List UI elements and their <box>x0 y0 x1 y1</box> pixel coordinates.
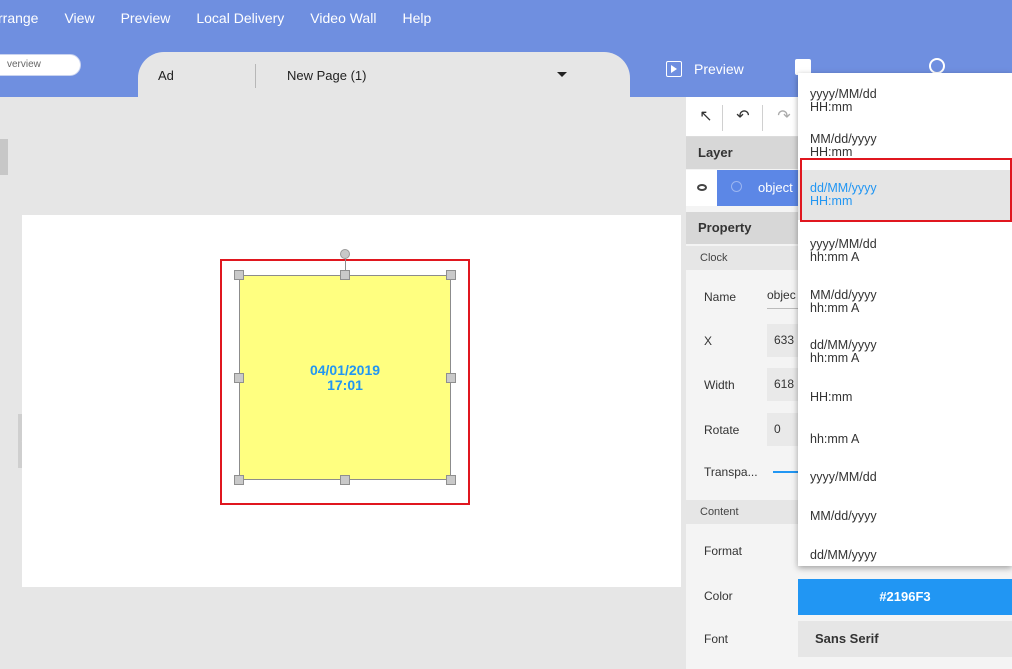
format-option[interactable]: yyyy/MM/dd hh:mm A <box>798 228 1012 274</box>
resize-handle-right[interactable] <box>446 373 456 383</box>
format-option[interactable]: hh:mm A <box>798 423 1012 455</box>
name-label: Name <box>704 290 737 304</box>
page-selector[interactable]: New Page (1) <box>287 68 366 83</box>
width-label: Width <box>704 378 735 392</box>
clock-icon <box>731 181 742 192</box>
tab-divider <box>255 64 256 88</box>
user-icon[interactable] <box>929 58 945 74</box>
menu-help[interactable]: Help <box>402 8 431 28</box>
rotate-field[interactable]: 0 <box>767 413 798 446</box>
font-select[interactable]: Sans Serif <box>798 621 1012 657</box>
rotate-handle[interactable] <box>340 249 350 259</box>
format-option[interactable]: yyyy/MM/dd <box>798 461 1012 493</box>
property-section-header: Property <box>686 212 798 244</box>
transparency-label: Transpa... <box>704 465 758 479</box>
clock-date: 04/01/2019 <box>309 362 381 378</box>
content-subsection: Content <box>686 500 798 524</box>
format-option[interactable]: yyyy/MM/dd HH:mm <box>798 78 1012 124</box>
menu-view[interactable]: View <box>64 8 94 28</box>
preview-label: Preview <box>694 61 744 77</box>
chevron-down-icon[interactable] <box>557 72 567 77</box>
format-option[interactable]: dd/MM/yyyy <box>798 539 1012 571</box>
clock-object[interactable]: 04/01/2019 17:01 <box>239 275 451 480</box>
play-icon <box>666 61 682 77</box>
resize-handle-bottom-right[interactable] <box>446 475 456 485</box>
x-label: X <box>704 334 713 348</box>
toolbar-divider <box>722 105 723 131</box>
rotate-label: Rotate <box>704 423 740 437</box>
color-picker[interactable]: #2196F3 <box>798 579 1012 615</box>
format-option[interactable]: dd/MM/yyyy hh:mm A <box>798 329 1012 375</box>
menu-video-wall[interactable]: Video Wall <box>310 8 376 28</box>
redo-icon[interactable]: ↷ <box>773 106 795 128</box>
resize-handle-top-right[interactable] <box>446 270 456 280</box>
undo-icon[interactable]: ↶ <box>732 106 754 128</box>
eye-icon[interactable] <box>697 184 707 191</box>
transparency-slider[interactable] <box>773 471 798 473</box>
format-option[interactable]: MM/dd/yyyy hh:mm A <box>798 279 1012 325</box>
format-dropdown-menu: yyyy/MM/dd HH:mm MM/dd/yyyy HH:mm dd/MM/yyyy… <box>798 73 1012 566</box>
resize-handle-top-left[interactable] <box>234 270 244 280</box>
left-panel-edge <box>0 139 8 175</box>
clock-time: 17:01 <box>327 377 363 393</box>
name-field[interactable]: objec <box>767 288 798 309</box>
format-label: Format <box>704 544 743 558</box>
overview-button[interactable]: verview <box>0 54 81 76</box>
resize-handle-bottom-left[interactable] <box>234 475 244 485</box>
color-label: Color <box>704 589 733 603</box>
font-label: Font <box>704 632 729 646</box>
format-option[interactable]: HH:mm <box>798 381 1012 413</box>
resize-handle-bottom[interactable] <box>340 475 350 485</box>
preview-button[interactable]: Preview <box>666 61 744 77</box>
layer-item-label: object <box>758 180 793 195</box>
layer-section-header: Layer <box>686 137 798 169</box>
menu-preview[interactable]: Preview <box>121 8 171 28</box>
menu-local-delivery[interactable]: Local Delivery <box>196 8 284 28</box>
select-arrow-icon[interactable]: ↖ <box>695 106 717 128</box>
format-option[interactable]: MM/dd/yyyy <box>798 500 1012 532</box>
resize-handle-left[interactable] <box>234 373 244 383</box>
toolbar-divider <box>762 105 763 131</box>
clock-subsection: Clock <box>686 246 798 270</box>
selection-highlight <box>800 158 1012 222</box>
tab-ad[interactable]: Ad <box>158 68 174 83</box>
resize-handle-top[interactable] <box>340 270 350 280</box>
width-field[interactable]: 618 <box>767 368 798 401</box>
menu-arrange[interactable]: rrange <box>0 8 38 28</box>
x-field[interactable]: 633 <box>767 324 798 357</box>
menu-bar: rrange View Preview Local Delivery Video… <box>0 8 457 28</box>
